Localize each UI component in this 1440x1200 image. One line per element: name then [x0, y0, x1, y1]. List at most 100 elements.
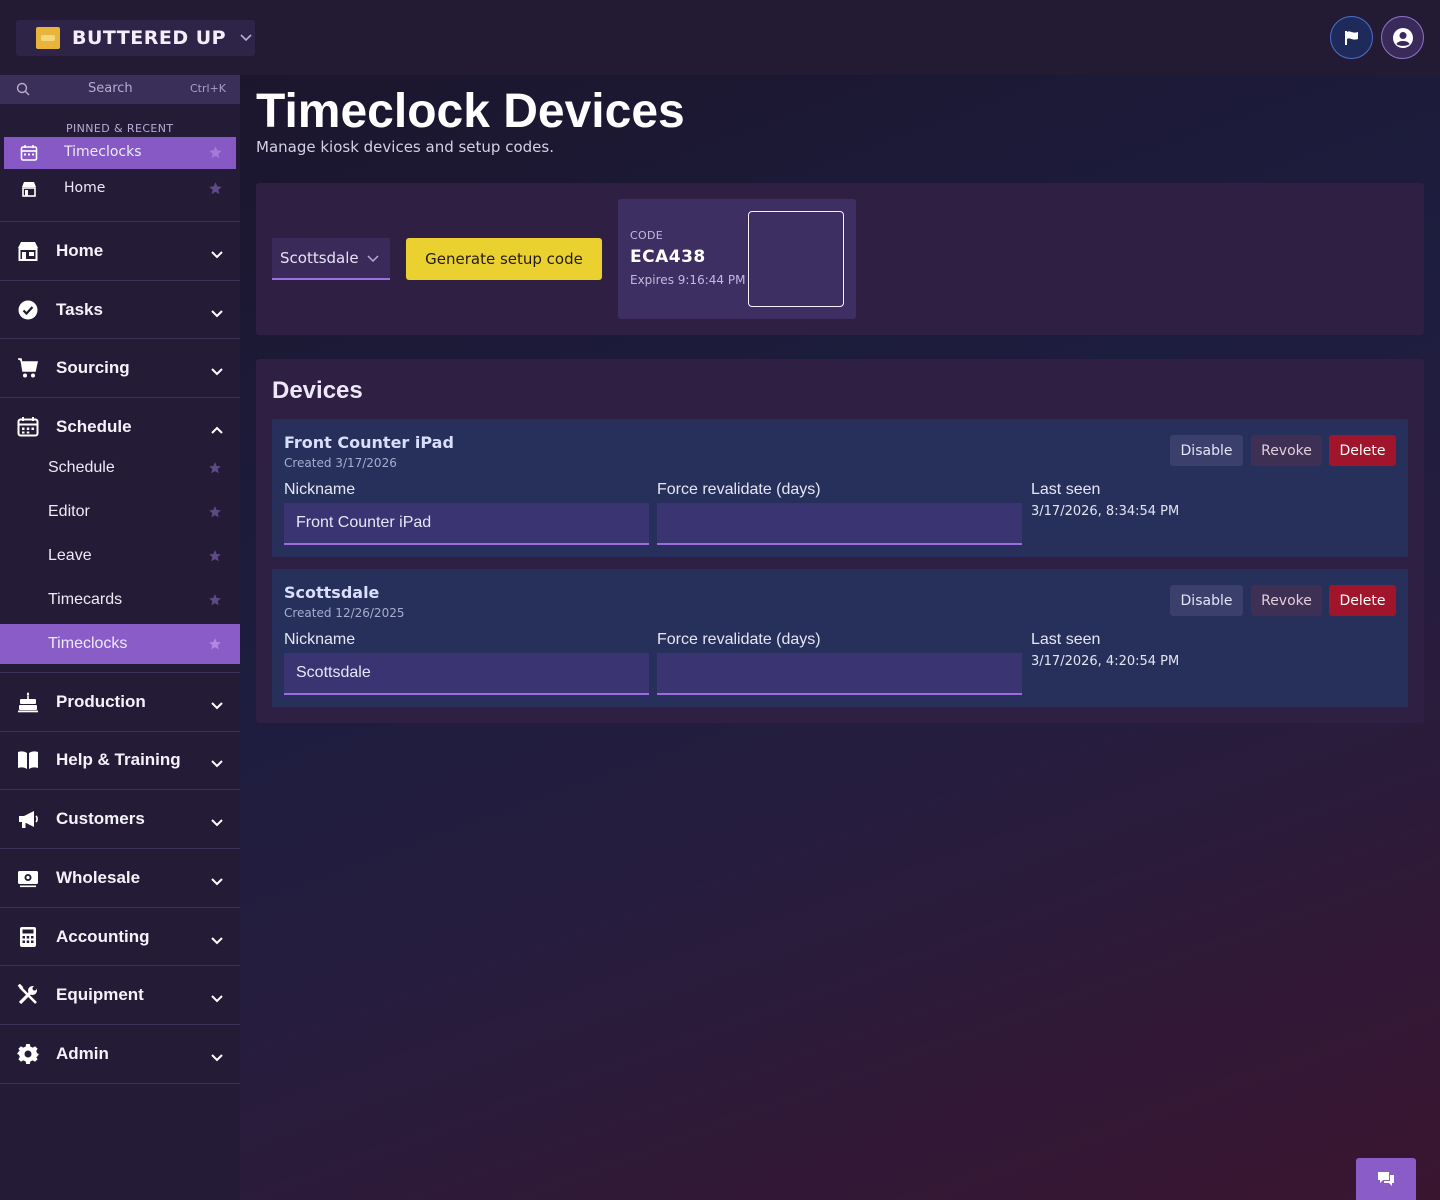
sidebar-item-label: Wholesale	[56, 868, 141, 887]
nickname-input[interactable]: Scottsdale	[284, 653, 649, 695]
qr-code-placeholder	[748, 211, 844, 307]
sidebar-item-production[interactable]: Production	[0, 673, 240, 731]
top-bar: BUTTERED UP	[0, 0, 1440, 75]
tools-icon	[17, 983, 39, 1011]
chevron-down-icon	[210, 871, 224, 891]
last-seen-value: 3/17/2026, 4:20:54 PM	[1031, 654, 1180, 669]
chevron-down-icon	[210, 812, 224, 832]
star-icon[interactable]	[208, 505, 222, 524]
code-label: CODE	[630, 229, 663, 242]
sidebar-subitem-schedule[interactable]: Schedule	[0, 448, 240, 488]
revalidate-days-input[interactable]	[657, 503, 1022, 545]
calendar-icon	[17, 416, 39, 443]
nickname-input[interactable]: Front Counter iPad	[284, 503, 649, 545]
device-created-date: Created 3/17/2026	[284, 456, 397, 470]
chevron-down-icon	[210, 244, 224, 264]
star-icon[interactable]	[208, 145, 223, 164]
chevron-down-icon	[367, 249, 379, 267]
device-created-date: Created 12/26/2025	[284, 606, 405, 620]
chevron-down-icon	[210, 753, 224, 773]
location-select-value: Scottsdale	[280, 249, 359, 267]
search-shortcut: Ctrl+K	[190, 82, 227, 95]
sidebar-item-label: Help & Training	[56, 750, 181, 769]
sidebar-item-label: Admin	[56, 1044, 109, 1063]
flag-icon	[1344, 30, 1358, 45]
pinned-item-timeclocks[interactable]: Timeclocks	[4, 137, 236, 169]
disable-button[interactable]: Disable	[1170, 435, 1243, 466]
nickname-label: Nickname	[284, 481, 356, 498]
sidebar-subitem-label: Timeclocks	[48, 635, 128, 652]
revoke-button[interactable]: Revoke	[1251, 435, 1322, 466]
chevron-down-icon	[210, 361, 224, 381]
chat-button[interactable]	[1356, 1158, 1416, 1200]
sidebar-item-sourcing[interactable]: Sourcing	[0, 339, 240, 397]
star-icon[interactable]	[208, 461, 222, 480]
location-select[interactable]: Scottsdale	[272, 238, 390, 280]
brand-name: BUTTERED UP	[72, 27, 227, 49]
sidebar-divider	[0, 1083, 240, 1084]
chevron-down-icon	[240, 30, 252, 46]
disable-button[interactable]: Disable	[1170, 585, 1243, 616]
pinned-item-home[interactable]: Home	[4, 173, 236, 205]
chevron-up-icon	[210, 420, 224, 440]
sidebar-subitem-label: Timecards	[48, 591, 123, 608]
calendar-icon	[20, 144, 38, 166]
chevron-down-icon	[210, 1047, 224, 1067]
star-icon[interactable]	[208, 181, 223, 200]
device-name: Front Counter iPad	[284, 433, 454, 452]
sidebar-item-admin[interactable]: Admin	[0, 1025, 240, 1083]
gear-icon	[17, 1043, 39, 1070]
revalidate-days-input[interactable]	[657, 653, 1022, 695]
cart-icon	[17, 357, 39, 384]
sidebar-subitem-timeclocks[interactable]: Timeclocks	[0, 624, 240, 664]
page-subtitle: Manage kiosk devices and setup codes.	[256, 138, 554, 156]
search-placeholder: Search	[88, 81, 133, 96]
sidebar: Search Ctrl+K PINNED & RECENT Timeclocks…	[0, 75, 240, 1200]
flag-button[interactable]	[1330, 16, 1373, 59]
star-icon[interactable]	[208, 549, 222, 568]
sidebar-item-tasks[interactable]: Tasks	[0, 281, 240, 339]
check-circle-icon	[17, 299, 39, 326]
star-icon[interactable]	[208, 593, 222, 612]
devices-section-title: Devices	[272, 377, 363, 404]
sidebar-subitem-leave[interactable]: Leave	[0, 536, 240, 576]
pinned-item-label: Home	[64, 180, 106, 196]
book-icon	[17, 749, 39, 776]
brand-switcher[interactable]: BUTTERED UP	[16, 20, 255, 56]
last-seen-value: 3/17/2026, 8:34:54 PM	[1031, 504, 1180, 519]
setup-code-card: CODE ECA438 Expires 9:16:44 PM	[618, 199, 856, 319]
sidebar-item-equipment[interactable]: Equipment	[0, 966, 240, 1024]
chevron-down-icon	[210, 988, 224, 1008]
delete-button[interactable]: Delete	[1329, 435, 1396, 466]
revalidate-label: Force revalidate (days)	[657, 631, 821, 648]
sidebar-item-label: Accounting	[56, 927, 150, 946]
sidebar-item-label: Tasks	[56, 300, 103, 319]
star-icon[interactable]	[208, 637, 222, 656]
revoke-button[interactable]: Revoke	[1251, 585, 1322, 616]
store-icon	[17, 240, 39, 267]
search-input[interactable]: Search Ctrl+K	[0, 75, 240, 104]
sidebar-subitem-timecards[interactable]: Timecards	[0, 580, 240, 620]
sidebar-item-wholesale[interactable]: Wholesale	[0, 849, 240, 907]
sidebar-item-label: Customers	[56, 809, 145, 828]
sidebar-item-label: Production	[56, 692, 146, 711]
sidebar-item-accounting[interactable]: Accounting	[0, 908, 240, 966]
calculator-icon	[17, 926, 39, 953]
user-icon	[1392, 27, 1413, 48]
sidebar-item-home[interactable]: Home	[0, 222, 240, 280]
sidebar-subitem-editor[interactable]: Editor	[0, 492, 240, 532]
device-card: Front Counter iPad Created 3/17/2026 Dis…	[272, 419, 1408, 557]
sidebar-item-customers[interactable]: Customers	[0, 790, 240, 848]
device-card: Scottsdale Created 12/26/2025 Disable Re…	[272, 569, 1408, 707]
user-menu-button[interactable]	[1381, 16, 1424, 59]
page-title: Timeclock Devices	[256, 85, 685, 138]
chevron-down-icon	[210, 303, 224, 323]
delete-button[interactable]: Delete	[1329, 585, 1396, 616]
search-icon	[16, 82, 30, 100]
sidebar-subitem-label: Editor	[48, 503, 90, 520]
generate-setup-code-button[interactable]: Generate setup code	[406, 238, 602, 280]
setup-code-value: ECA438	[630, 247, 706, 267]
sidebar-item-help-training[interactable]: Help & Training	[0, 731, 240, 789]
sidebar-item-label: Schedule	[56, 417, 132, 436]
nickname-label: Nickname	[284, 631, 356, 648]
